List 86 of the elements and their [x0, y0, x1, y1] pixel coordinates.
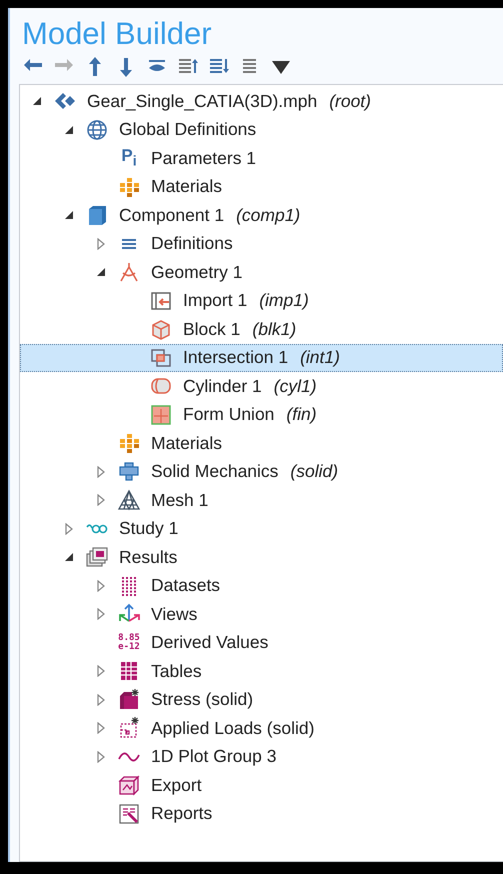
collapsed-arrow-icon[interactable]: [95, 580, 107, 592]
export-icon: [117, 773, 141, 798]
item-tag: (cyl1): [274, 376, 317, 397]
expanded-arrow-icon[interactable]: [63, 209, 75, 222]
tree-item[interactable]: Definitions: [20, 230, 503, 258]
results-icon: [85, 545, 109, 570]
item-label: Form Union: [183, 404, 274, 426]
item-label: Block 1: [183, 318, 240, 340]
tree-item[interactable]: Cylinder 1 (cyl1): [20, 372, 503, 400]
item-label: Results: [119, 546, 178, 568]
item-label: Reports: [151, 803, 212, 824]
tree-item[interactable]: Stress (solid): [20, 686, 503, 714]
derived-icon: 8.85 e-12: [117, 630, 141, 655]
mesh-icon: [117, 488, 141, 512]
tree-item[interactable]: Global Definitions: [20, 116, 503, 144]
expanded-arrow-icon[interactable]: [31, 95, 43, 108]
item-label: Derived Values: [151, 632, 268, 654]
form-union-icon: [149, 402, 173, 427]
tree-item[interactable]: 1D Plot Group 3: [20, 742, 503, 771]
tree-item[interactable]: Block 1 (blk1): [20, 315, 503, 344]
item-label: Datasets: [151, 575, 220, 596]
tree-item[interactable]: Materials: [20, 172, 503, 201]
tree-item[interactable]: Tables: [20, 657, 503, 686]
collapsed-arrow-icon[interactable]: [95, 608, 107, 620]
item-tag: (fin): [286, 404, 317, 426]
item-tag: (int1): [300, 347, 340, 368]
item-tag: (solid): [290, 461, 338, 482]
collapsed-arrow-icon[interactable]: [95, 238, 107, 250]
tree-item[interactable]: Datasets: [20, 572, 503, 600]
materials-icon: [117, 431, 141, 456]
item-label: Import 1: [183, 290, 248, 312]
expanded-arrow-icon[interactable]: [95, 266, 107, 278]
item-label: Materials: [151, 176, 222, 198]
collapsed-arrow-icon[interactable]: [95, 494, 107, 506]
collapsed-arrow-icon[interactable]: [63, 522, 75, 535]
tree-item[interactable]: Intersection 1 (int1): [20, 344, 503, 372]
tree-item[interactable]: Solid Mechanics (solid): [20, 458, 503, 486]
item-label: Study 1: [119, 518, 178, 540]
item-label: Mesh 1: [151, 490, 208, 511]
collapsed-arrow-icon[interactable]: [95, 466, 107, 478]
item-label: Views: [151, 604, 198, 625]
tree-item[interactable]: Geometry 1: [20, 258, 503, 286]
item-label: Global Definitions: [119, 119, 256, 140]
item-label: Tables: [151, 660, 202, 682]
tree-item[interactable]: 8.85 e-12 Derived Values: [20, 628, 503, 657]
collapsed-arrow-icon[interactable]: [95, 694, 107, 706]
stress-icon: [117, 688, 141, 712]
tree-item[interactable]: Import 1 (imp1): [20, 286, 503, 315]
collapsed-arrow-icon[interactable]: [95, 750, 107, 763]
item-label: Component 1: [119, 204, 224, 226]
tree-item[interactable]: P$_{i}$ Parameters 1: [20, 144, 503, 172]
parameters-icon: P$_{i}$: [117, 146, 141, 170]
panel-title: Model Builder: [21, 15, 213, 52]
tree-item[interactable]: Form Union (fin): [20, 400, 503, 429]
item-label: Gear_Single_CATIA(3D).mph: [87, 90, 318, 112]
tree-item[interactable]: Applied Loads (solid): [20, 714, 503, 742]
item-tag: (root): [329, 90, 371, 112]
tree-item[interactable]: Views: [20, 600, 503, 628]
item-label: Parameters 1: [151, 148, 256, 169]
item-label: Geometry 1: [151, 262, 242, 283]
item-label: Applied Loads (solid): [151, 718, 314, 739]
item-label: Cylinder 1: [183, 376, 262, 397]
item-label: Materials: [151, 432, 222, 454]
tree-item[interactable]: Export: [20, 771, 503, 800]
item-label: Solid Mechanics: [151, 461, 278, 482]
item-label: Intersection 1: [183, 347, 288, 368]
item-tag: (imp1): [259, 290, 309, 312]
item-label: 1D Plot Group 3: [151, 746, 276, 768]
expanded-arrow-icon[interactable]: [63, 124, 75, 136]
tree-item[interactable]: Study 1: [20, 514, 503, 543]
tree-item[interactable]: Mesh 1: [20, 486, 503, 514]
tree-item[interactable]: Results: [20, 543, 503, 572]
tree-item[interactable]: Gear_Single_CATIA(3D).mph (root): [20, 87, 503, 116]
item-tag: (comp1): [236, 204, 300, 226]
tree-item[interactable]: Reports: [20, 800, 503, 828]
expanded-arrow-icon[interactable]: [63, 551, 75, 564]
item-label: Stress (solid): [151, 689, 254, 710]
item-label: Definitions: [151, 233, 233, 254]
collapsed-arrow-icon[interactable]: [95, 665, 107, 678]
item-tag: (blk1): [252, 318, 296, 340]
tree-item[interactable]: Materials: [20, 429, 503, 458]
globe-icon: [85, 118, 109, 142]
tree-item[interactable]: Component 1 (comp1): [20, 201, 503, 230]
reports-icon: [117, 802, 141, 826]
collapsed-arrow-icon[interactable]: [95, 722, 107, 734]
item-label: Export: [151, 774, 202, 796]
